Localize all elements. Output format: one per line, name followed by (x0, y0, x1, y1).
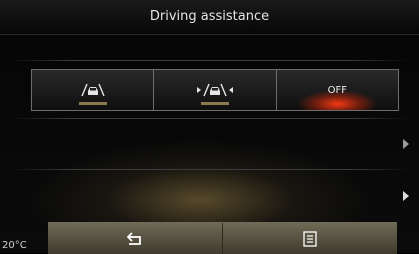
bottom-bar (48, 222, 397, 254)
driving-assist-mode-selector: OFF (31, 69, 399, 111)
row-divider (10, 60, 410, 61)
back-arrow-icon (126, 231, 141, 245)
mode-option-lane-keep[interactable] (154, 70, 277, 110)
mode-indicator (78, 102, 107, 105)
lane-keep-car-icon (196, 83, 233, 97)
mode-option-lane-assist[interactable] (32, 70, 155, 110)
chevron-right-icon (403, 191, 409, 201)
mode-option-off[interactable]: OFF (276, 70, 398, 110)
settings-row[interactable] (10, 119, 415, 169)
chevron-right-icon (403, 139, 409, 149)
menu-list-icon (303, 230, 317, 247)
outside-temperature: 20°C (2, 240, 27, 251)
back-button[interactable] (48, 223, 223, 254)
menu-button[interactable] (223, 223, 397, 254)
off-label: OFF (327, 84, 347, 96)
page-title: Driving assistance (0, 0, 419, 35)
mode-indicator (200, 102, 229, 105)
settings-row[interactable] (10, 170, 415, 220)
lane-assist-car-icon (81, 83, 105, 97)
infotainment-screen: Driving assistance OFF 20°C (0, 0, 419, 254)
